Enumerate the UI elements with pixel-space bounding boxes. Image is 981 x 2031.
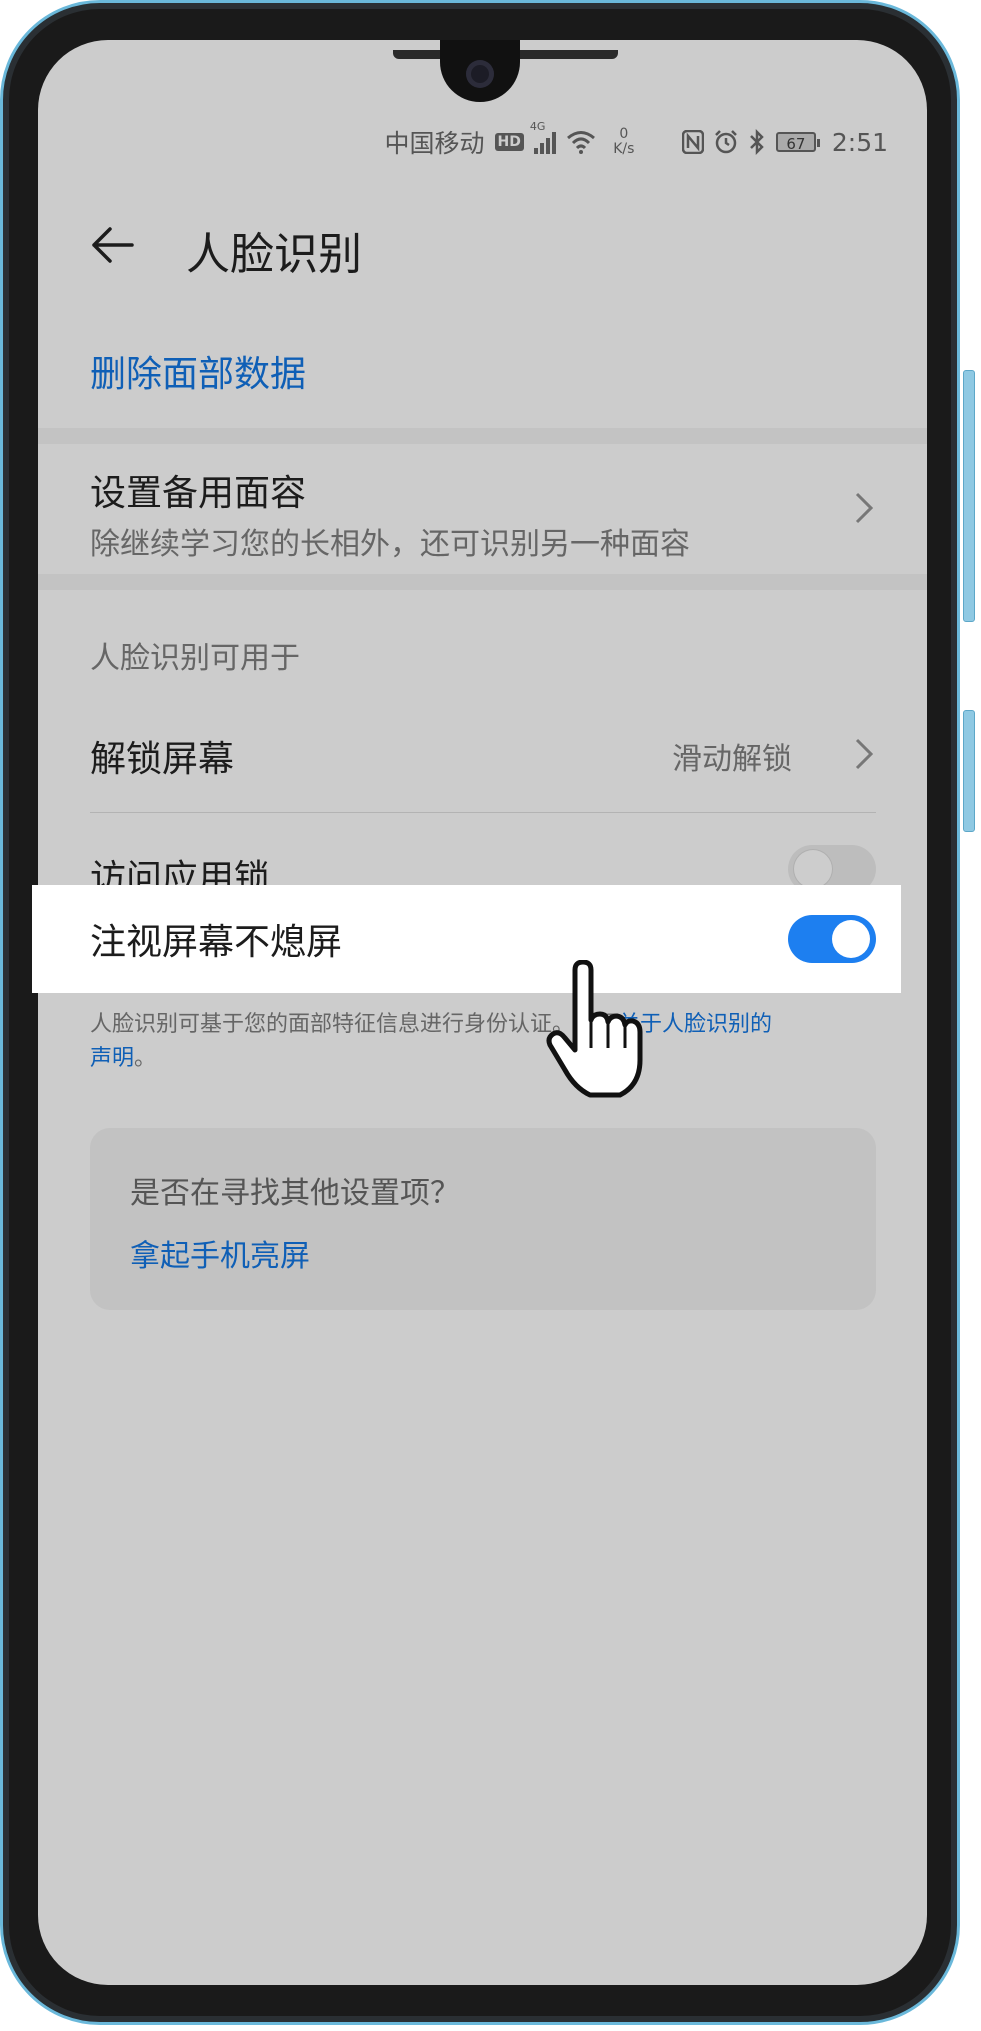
pointing-hand-icon — [546, 960, 643, 1098]
page-header: 人脸识别 — [38, 190, 927, 300]
suggestion-card-title: 是否在寻找其他设置项？ — [130, 1176, 460, 1211]
section-divider — [38, 574, 927, 590]
alternate-face-title: 设置备用面容 — [90, 473, 307, 514]
front-camera — [466, 60, 494, 88]
alternate-face-row[interactable]: 设置备用面容 除继续学习您的长相外，还可识别另一种面容 — [38, 444, 927, 574]
unlock-screen-value: 滑动解锁 — [672, 742, 792, 777]
delete-face-data-link[interactable]: 删除面部数据 — [90, 345, 306, 397]
toggle-knob — [794, 850, 832, 888]
gaze-keep-screen-on-row: 注视屏幕不熄屏 — [32, 885, 901, 993]
gaze-keep-screen-on-title: 注视屏幕不熄屏 — [90, 922, 343, 963]
bluetooth-icon — [748, 129, 766, 155]
battery-icon: 67 — [775, 132, 820, 153]
back-arrow-icon[interactable] — [88, 220, 138, 270]
suggestion-card: 是否在寻找其他设置项？ 拿起手机亮屏 — [90, 1128, 876, 1310]
volume-button — [963, 370, 975, 622]
toggle-knob — [832, 920, 870, 958]
footnote-end: 。 — [134, 1046, 157, 1071]
chevron-right-icon — [855, 738, 874, 770]
alarm-icon — [714, 130, 738, 154]
wifi-icon — [566, 130, 596, 154]
nfc-icon — [681, 130, 704, 154]
alternate-face-subtitle: 除继续学习您的长相外，还可识别另一种面容 — [90, 527, 690, 562]
face-recognition-footnote: 人脸识别可基于您的面部特征信息进行身份认证。了解关于人脸识别的 声明。 — [90, 1008, 880, 1076]
unlock-screen-row[interactable]: 解锁屏幕 滑动解锁 — [38, 700, 927, 800]
page-title: 人脸识别 — [186, 229, 362, 280]
power-button — [963, 710, 975, 832]
section-divider — [38, 428, 927, 444]
footnote-text: 人脸识别可基于您的面部特征信息进行身份认证。了解 — [90, 1012, 619, 1037]
network-speed: 0 K/s — [613, 126, 635, 157]
chevron-right-icon — [855, 492, 874, 524]
network-type: 4G — [529, 120, 546, 133]
statement-link[interactable]: 声明 — [90, 1046, 134, 1071]
status-bar: 中国移动 HD 4G 0 K/s 67 2:51 — [38, 120, 889, 162]
signal-icon: 4G — [530, 120, 556, 154]
section-label: 人脸识别可用于 — [90, 641, 300, 676]
hd-badge: HD — [494, 133, 524, 151]
clock: 2:51 — [831, 127, 888, 157]
raise-to-wake-link[interactable]: 拿起手机亮屏 — [130, 1231, 310, 1275]
unlock-screen-title: 解锁屏幕 — [90, 739, 235, 780]
carrier-name: 中国移动 — [384, 129, 485, 158]
gaze-keep-screen-on-toggle[interactable] — [788, 915, 876, 963]
